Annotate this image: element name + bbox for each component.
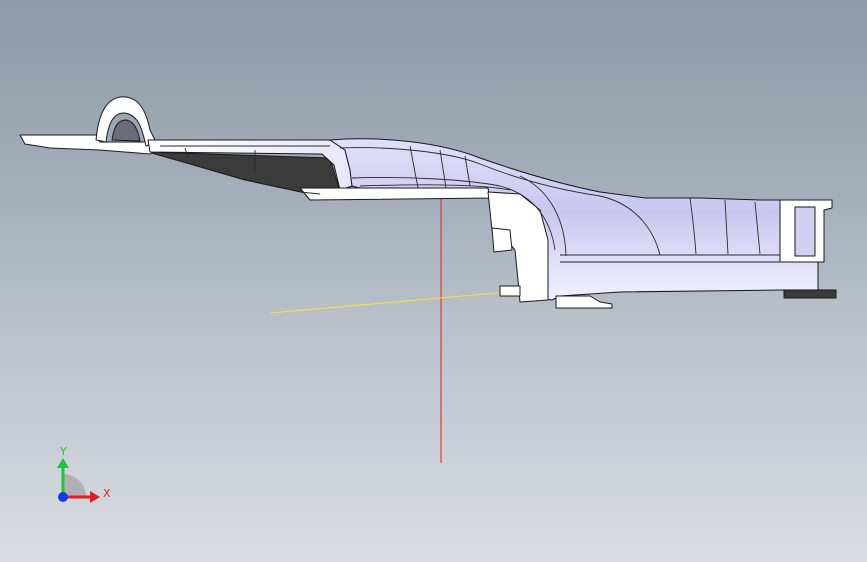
graphics-viewport[interactable]: Y X — [0, 0, 867, 562]
bottom-foot — [555, 295, 613, 309]
model-view[interactable]: Y X — [0, 0, 867, 562]
triad-y-label: Y — [59, 445, 67, 458]
hook-inner-shadow — [111, 119, 141, 142]
front-tab — [491, 227, 513, 253]
orientation-triad[interactable]: Y X — [57, 445, 111, 503]
right-slot — [794, 206, 816, 257]
triad-x-label: X — [103, 487, 111, 500]
lower-rail — [299, 187, 493, 201]
horizontal-reference-line — [269, 291, 509, 314]
triad-z-axis — [58, 492, 68, 502]
right-lower-dark — [783, 289, 837, 299]
triad-y-arrowhead — [57, 458, 69, 468]
triad-x-arrowhead — [90, 491, 100, 503]
part-model[interactable] — [19, 96, 837, 309]
main-body — [329, 138, 819, 301]
bottom-clip — [499, 285, 521, 297]
